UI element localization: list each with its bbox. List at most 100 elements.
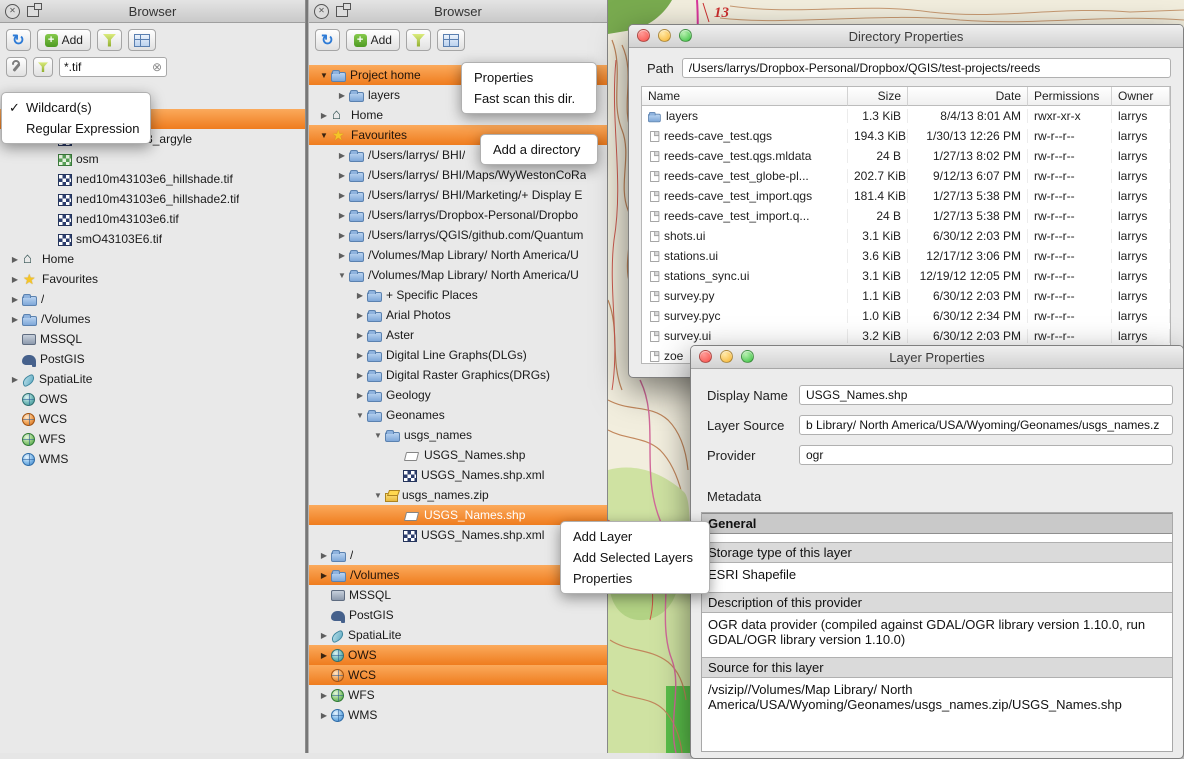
tree-item-users-larrys-bhi-marketing-display-e[interactable]: ▶/Users/larrys/ BHI/Marketing/+ Display … <box>309 185 607 205</box>
add-button[interactable]: +Add <box>37 29 91 51</box>
tree-item-arial-photos[interactable]: ▶Arial Photos <box>309 305 607 325</box>
table-row-reeds-cave-test-qgs[interactable]: reeds-cave_test.qgs194.3 KiB1/30/13 12:2… <box>642 126 1170 146</box>
filter-apply-button[interactable] <box>33 57 53 77</box>
properties-widget-button[interactable] <box>128 29 156 51</box>
tree-item-ned10m43103e6-hillshade2-tif[interactable]: ned10m43103e6_hillshade2.tif <box>0 189 305 209</box>
expander-icon[interactable]: ▶ <box>8 275 22 284</box>
expander-icon[interactable]: ▶ <box>8 255 22 264</box>
expander-icon[interactable]: ▼ <box>317 71 331 80</box>
tree-item-geology[interactable]: ▶Geology <box>309 385 607 405</box>
column-header-owner[interactable]: Owner <box>1112 87 1170 106</box>
expander-icon[interactable]: ▶ <box>317 691 331 700</box>
table-row-survey-ui[interactable]: survey.ui3.2 KiB6/30/12 2:03 PMrw-r--r--… <box>642 326 1170 346</box>
expander-icon[interactable]: ▶ <box>335 151 349 160</box>
tree-item-wms[interactable]: ▶WMS <box>309 705 607 725</box>
expander-icon[interactable]: ▶ <box>317 551 331 560</box>
expander-icon[interactable]: ▶ <box>317 571 331 580</box>
expander-icon[interactable]: ▶ <box>8 375 22 384</box>
tree-item-digital-raster-graphics-drgs[interactable]: ▶Digital Raster Graphics(DRGs) <box>309 365 607 385</box>
zoom-window-button[interactable] <box>741 350 754 363</box>
expander-icon[interactable]: ▶ <box>8 315 22 324</box>
menu-item-add-selected-layers[interactable]: Add Selected Layers <box>561 547 709 568</box>
clear-filter-icon[interactable] <box>152 58 162 76</box>
table-row-reeds-cave-test-qgs-mldata[interactable]: reeds-cave_test.qgs.mldata24 B1/27/13 8:… <box>642 146 1170 166</box>
tree-item-smo43103e6-tif[interactable]: smO43103E6.tif <box>0 229 305 249</box>
menu-item-properties[interactable]: Properties <box>561 568 709 589</box>
properties-widget-button[interactable] <box>437 29 465 51</box>
table-row-stations-ui[interactable]: stations.ui3.6 KiB12/17/12 3:06 PMrw-r--… <box>642 246 1170 266</box>
filter-button[interactable] <box>97 29 122 51</box>
column-header-size[interactable]: Size <box>848 87 908 106</box>
tree-item-osm[interactable]: osm <box>0 149 305 169</box>
tree-item-usgs-names-shp[interactable]: USGS_Names.shp <box>309 445 607 465</box>
filter-input[interactable] <box>64 60 152 74</box>
table-row-layers[interactable]: layers1.3 KiB8/4/13 8:01 AMrwxr-xr-xlarr… <box>642 106 1170 126</box>
expander-icon[interactable]: ▶ <box>335 211 349 220</box>
expander-icon[interactable]: ▶ <box>317 111 331 120</box>
float-panel-icon[interactable] <box>336 6 348 17</box>
tree-item-volumes-map-library-north-america-u[interactable]: ▼/Volumes/Map Library/ North America/U <box>309 265 607 285</box>
tree-item-usgs-names-zip[interactable]: ▼usgs_names.zip <box>309 485 607 505</box>
refresh-button[interactable] <box>6 29 31 51</box>
tree-item-wms[interactable]: WMS <box>0 449 305 469</box>
expander-icon[interactable]: ▼ <box>353 411 367 420</box>
expander-icon[interactable]: ▶ <box>335 91 349 100</box>
refresh-button[interactable] <box>315 29 340 51</box>
expander-icon[interactable]: ▶ <box>335 231 349 240</box>
expander-icon[interactable]: ▶ <box>353 311 367 320</box>
filter-button[interactable] <box>406 29 431 51</box>
tree-item-wfs[interactable]: WFS <box>0 429 305 449</box>
minimize-window-button[interactable] <box>658 29 671 42</box>
float-panel-icon[interactable] <box>27 6 39 17</box>
tree-item-users-larrys-bhi-maps-wywestoncora[interactable]: ▶/Users/larrys/ BHI/Maps/WyWestonCoRa <box>309 165 607 185</box>
tree-item-ows[interactable]: OWS <box>0 389 305 409</box>
expander-icon[interactable]: ▶ <box>353 291 367 300</box>
menu-item-regular-expression[interactable]: Regular Expression <box>2 118 150 139</box>
tree-item-spatialite[interactable]: ▶SpatiaLite <box>309 625 607 645</box>
close-window-button[interactable] <box>699 350 712 363</box>
column-header-permissions[interactable]: Permissions <box>1028 87 1112 106</box>
tree-item-ows[interactable]: ▶OWS <box>309 645 607 665</box>
tree-item-wfs[interactable]: ▶WFS <box>309 685 607 705</box>
tree-item-mssql[interactable]: MSSQL <box>0 329 305 349</box>
tree-item-volumes[interactable]: ▶/Volumes <box>0 309 305 329</box>
tree-item-geonames[interactable]: ▼Geonames <box>309 405 607 425</box>
expander-icon[interactable]: ▶ <box>335 171 349 180</box>
tree-item-users-larrys-dropbox-personal-dropbo[interactable]: ▶/Users/larrys/Dropbox-Personal/Dropbo <box>309 205 607 225</box>
tree-item-aster[interactable]: ▶Aster <box>309 325 607 345</box>
tree-item-favourites[interactable]: ▶Favourites <box>0 269 305 289</box>
tree-item-digital-line-graphs-dlgs[interactable]: ▶Digital Line Graphs(DLGs) <box>309 345 607 365</box>
expander-icon[interactable]: ▶ <box>317 711 331 720</box>
expander-icon[interactable]: ▶ <box>335 251 349 260</box>
menu-item-wildcard-s[interactable]: Wildcard(s) <box>2 97 150 118</box>
expander-icon[interactable]: ▶ <box>353 351 367 360</box>
expander-icon[interactable]: ▶ <box>335 191 349 200</box>
expander-icon[interactable]: ▶ <box>317 631 331 640</box>
expander-icon[interactable]: ▼ <box>371 431 385 440</box>
close-window-button[interactable] <box>637 29 650 42</box>
column-header-date[interactable]: Date <box>908 87 1028 106</box>
zoom-window-button[interactable] <box>679 29 692 42</box>
tree-item-specific-places[interactable]: ▶+ Specific Places <box>309 285 607 305</box>
field-input-layer-source[interactable] <box>799 415 1173 435</box>
tree-item-wcs[interactable]: WCS <box>309 665 607 685</box>
expander-icon[interactable]: ▼ <box>371 491 385 500</box>
tree-item-volumes-map-library-north-america-u[interactable]: ▶/Volumes/Map Library/ North America/U <box>309 245 607 265</box>
tree-item-usgs-names-shp-xml[interactable]: USGS_Names.shp.xml <box>309 465 607 485</box>
menu-item-fast-scan-this-dir[interactable]: Fast scan this dir. <box>462 88 596 109</box>
tree-item-ned10m43103e6-hillshade-tif[interactable]: ned10m43103e6_hillshade.tif <box>0 169 305 189</box>
minimize-window-button[interactable] <box>720 350 733 363</box>
path-input[interactable] <box>682 58 1171 78</box>
table-row-shots-ui[interactable]: shots.ui3.1 KiB6/30/12 2:03 PMrw-r--r--l… <box>642 226 1170 246</box>
expander-icon[interactable]: ▶ <box>8 295 22 304</box>
tree-item-ned10m43103e6-tif[interactable]: ned10m43103e6.tif <box>0 209 305 229</box>
table-row-reeds-cave-test-import-q[interactable]: reeds-cave_test_import.q...24 B1/27/13 5… <box>642 206 1170 226</box>
tree-item-users-larrys-qgis-github-com-quantum[interactable]: ▶/Users/larrys/QGIS/github.com/Quantum <box>309 225 607 245</box>
table-row-stations-sync-ui[interactable]: stations_sync.ui3.1 KiB12/19/12 12:05 PM… <box>642 266 1170 286</box>
menu-item-properties[interactable]: Properties <box>462 67 596 88</box>
filter-options-button[interactable] <box>6 57 27 77</box>
field-input-provider[interactable] <box>799 445 1173 465</box>
table-row-reeds-cave-test-globe-pl[interactable]: reeds-cave_test_globe-pl...202.7 KiB9/12… <box>642 166 1170 186</box>
tree-item-item[interactable]: ▶/ <box>0 289 305 309</box>
field-input-display-name[interactable] <box>799 385 1173 405</box>
